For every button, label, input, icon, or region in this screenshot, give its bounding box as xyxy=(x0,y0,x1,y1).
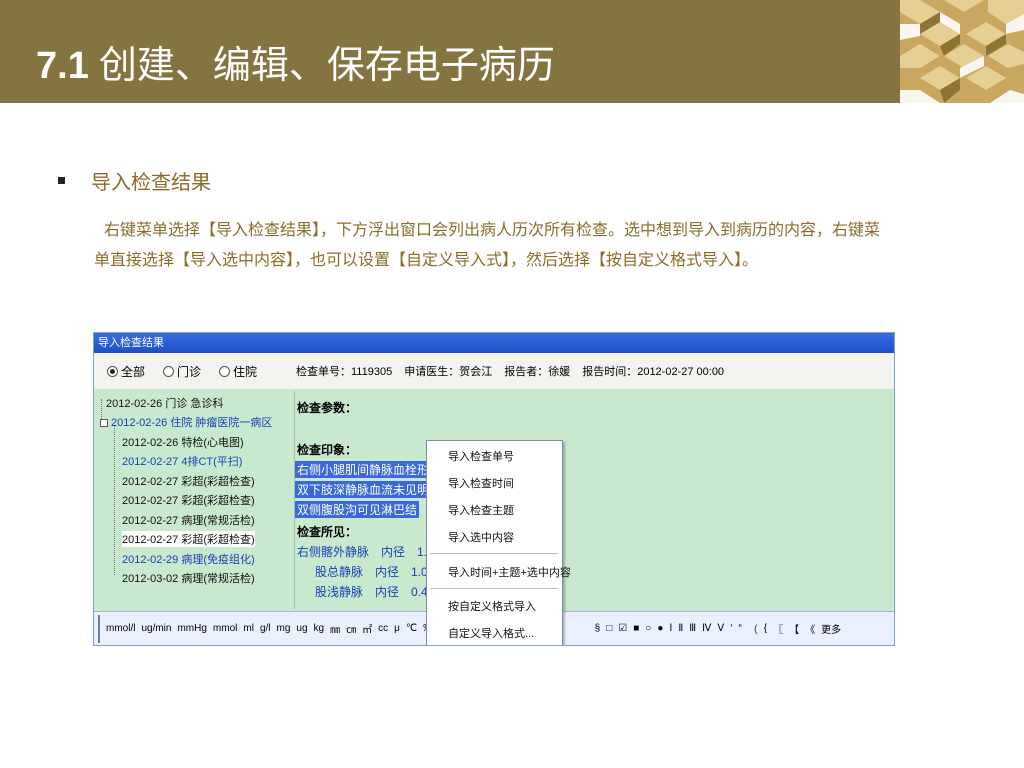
menu-import-exam-topic[interactable]: 导入检查主题 xyxy=(448,502,514,518)
radio-inpatient[interactable]: 住院 xyxy=(219,363,257,380)
context-menu: 导入检查单号 导入检查时间 导入检查主题 导入选中内容 导入时间+主题+选中内容… xyxy=(426,440,571,645)
bullet-heading: 导入检查结果 xyxy=(91,170,211,194)
symbol-button[interactable]: （ xyxy=(748,621,758,636)
requesting-doctor: 申请医生：贺会江 xyxy=(404,366,493,378)
exam-number: 检查单号：1119305 xyxy=(296,366,393,378)
symbol-button[interactable]: Ⅴ xyxy=(717,623,724,634)
impression-label: 检查印象： xyxy=(297,443,358,457)
symbol-button[interactable]: Ⅲ xyxy=(689,623,696,634)
symbol-button[interactable]: ㎡ xyxy=(362,621,372,636)
symbol-button[interactable]: □ xyxy=(606,623,612,634)
bullet-item: 导入检查结果 xyxy=(58,166,211,195)
symbol-button[interactable]: ug/min xyxy=(141,623,171,634)
slide-title: 7.1 创建、编辑、保存电子病历 xyxy=(36,34,555,89)
tree-item-exam[interactable]: 2012-02-29 病理(免疫组化) xyxy=(122,551,255,567)
menu-define-custom-format[interactable]: 自定义导入格式... xyxy=(448,625,534,641)
tree-item-exam[interactable]: 2012-02-27 彩超(彩超检查) xyxy=(122,473,255,489)
tree-item-exam[interactable]: 2012-02-27 彩超(彩超检查) xyxy=(122,492,255,508)
menu-import-time-topic-selected[interactable]: 导入时间+主题+选中内容 xyxy=(448,564,571,580)
filter-radio-group: 全部 门诊 住院 xyxy=(94,353,294,389)
window-title: 导入检查结果 xyxy=(94,333,894,353)
menu-import-selected[interactable]: 导入选中内容 xyxy=(448,529,514,545)
tree-item-exam[interactable]: 2012-02-26 特检(心电图) xyxy=(122,434,244,450)
menu-import-custom-format[interactable]: 按自定义格式导入 xyxy=(448,598,536,614)
radio-all[interactable]: 全部 xyxy=(107,363,145,380)
symbol-button[interactable]: ㎜ xyxy=(330,621,340,636)
more-symbols-button[interactable]: 更多 xyxy=(821,621,841,636)
menu-import-exam-time[interactable]: 导入检查时间 xyxy=(448,475,514,491)
radio-unchecked-icon xyxy=(219,365,231,377)
report-pane[interactable]: 检查参数： 检查印象： 右侧小腿肌间静脉血栓形成（陈 双下肢深静脉血流未见明显异… xyxy=(295,391,894,609)
toolbar-separator xyxy=(98,614,100,643)
radio-checked-icon xyxy=(107,365,118,377)
symbol-button[interactable]: § xyxy=(595,623,601,634)
tree-item-exam-selected[interactable]: 2012-02-27 彩超(彩超检查) xyxy=(122,531,255,547)
symbol-button[interactable]: 〖 xyxy=(773,621,783,636)
impression-line[interactable]: 双侧腹股沟可见淋巴结 xyxy=(295,501,420,518)
finding-line: 股总静脉 内径 1.0cm xyxy=(315,565,444,579)
symbol-button[interactable]: Ⅱ xyxy=(678,623,683,634)
description-paragraph: 右键菜单选择【导入检查结果】，下方浮出窗口会列出病人历次所有检查。选中想到导入到… xyxy=(94,220,881,269)
params-label: 检查参数： xyxy=(297,401,358,415)
symbol-button[interactable]: μ xyxy=(394,623,400,634)
symbol-button[interactable]: ug xyxy=(296,623,307,634)
radio-unchecked-icon xyxy=(163,365,175,377)
symbol-button[interactable]: Ⅳ xyxy=(702,623,711,634)
symbol-button[interactable]: ● xyxy=(657,623,663,634)
bullet-square-icon xyxy=(58,177,65,184)
menu-import-exam-number[interactable]: 导入检查单号 xyxy=(448,448,514,464)
symbol-button[interactable]: ml xyxy=(243,623,254,634)
tree-item-exam[interactable]: 2012-02-27 4排CT(平扫) xyxy=(122,453,242,469)
exam-tree: 2012-02-26 门诊 急诊科 2012-02-26 住院 肿瘤医院一病区 … xyxy=(94,391,295,609)
title-text: 创建、编辑、保存电子病历 xyxy=(98,43,555,87)
tree-item-outpatient[interactable]: 2012-02-26 门诊 急诊科 xyxy=(106,395,223,411)
symbol-button[interactable]: ○ xyxy=(645,623,651,634)
symbol-button[interactable]: ■ xyxy=(633,623,639,634)
collapse-icon[interactable] xyxy=(100,419,108,428)
findings-label: 检查所见： xyxy=(297,525,358,539)
slide-header: 7.1 创建、编辑、保存电子病历 xyxy=(0,0,1024,103)
symbol-button[interactable]: 《 xyxy=(805,621,815,636)
menu-separator xyxy=(430,553,558,554)
symbol-button[interactable]: 【 xyxy=(789,621,799,636)
symbol-button[interactable]: “ xyxy=(738,623,741,634)
symbol-button[interactable]: Ⅰ xyxy=(669,623,672,634)
report-time: 报告时间：2012-02-27 00:00 xyxy=(582,366,725,378)
radio-label: 门诊 xyxy=(177,364,202,379)
symbol-button[interactable]: mmol/l xyxy=(106,623,135,634)
tree-item-label: 2012-02-26 住院 肿瘤医院一病区 xyxy=(111,417,273,429)
symbol-button[interactable]: kg xyxy=(314,623,325,634)
tree-item-inpatient[interactable]: 2012-02-26 住院 肿瘤医院一病区 xyxy=(100,414,272,430)
symbol-button[interactable]: mmHg xyxy=(177,623,206,634)
symbol-button[interactable]: { xyxy=(764,623,767,634)
import-results-window: 导入检查结果 全部 门诊 住院 检查单号：1119305 申请医生：贺会江 报告… xyxy=(93,332,895,646)
symbol-button[interactable]: ℃ xyxy=(406,623,417,634)
title-number: 7.1 xyxy=(36,45,89,87)
radio-label: 全部 xyxy=(121,364,146,379)
symbol-button[interactable]: g/l xyxy=(260,623,271,634)
reporter: 报告者：徐媛 xyxy=(504,366,571,378)
radio-label: 住院 xyxy=(233,364,258,379)
symbol-button[interactable]: mmol xyxy=(213,623,237,634)
tree-item-exam[interactable]: 2012-02-27 病理(常规活检) xyxy=(122,512,255,528)
tree-item-exam[interactable]: 2012-03-02 病理(常规活检) xyxy=(122,570,255,586)
menu-separator xyxy=(430,588,558,589)
tree-line xyxy=(114,425,115,575)
symbol-button[interactable]: ㎝ xyxy=(346,621,356,636)
symbol-button[interactable]: cc xyxy=(378,623,388,634)
radio-outpatient[interactable]: 门诊 xyxy=(163,363,201,380)
exam-info-bar: 检查单号：1119305 申请医生：贺会江 报告者：徐媛 报告时间：2012-0… xyxy=(294,353,894,389)
decorative-cube-pattern xyxy=(900,0,1024,103)
symbol-button[interactable]: ‘ xyxy=(730,623,732,634)
symbol-button[interactable]: ☑ xyxy=(618,623,627,634)
symbol-button[interactable]: mg xyxy=(277,623,291,634)
